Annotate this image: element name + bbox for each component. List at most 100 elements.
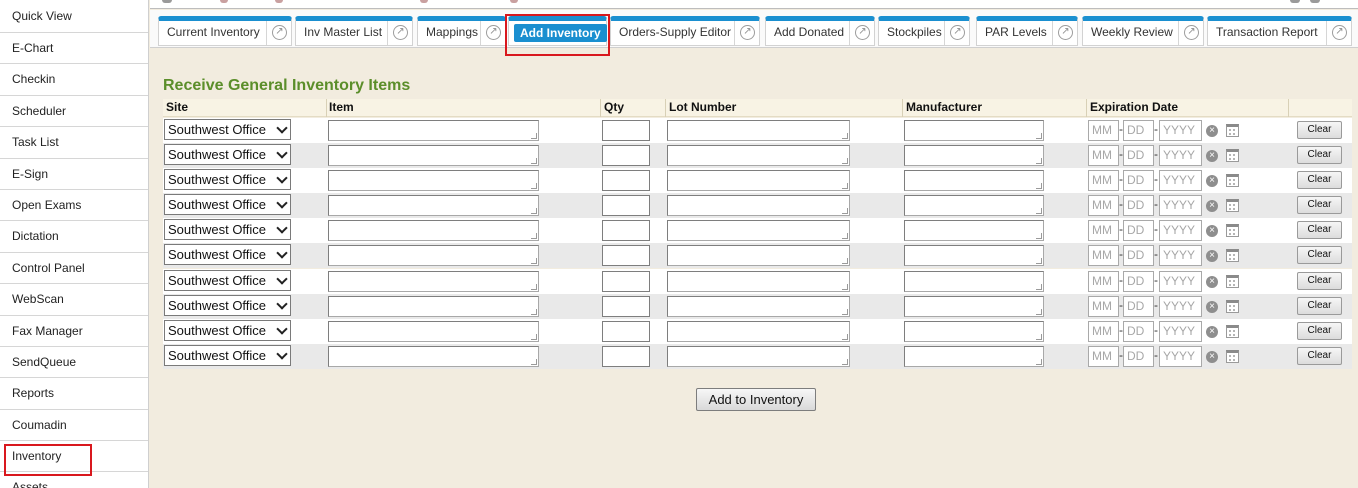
calendar-icon[interactable]	[1226, 300, 1239, 313]
manufacturer-textarea[interactable]	[904, 271, 1044, 292]
popout-icon[interactable]	[387, 21, 412, 45]
exp-day-input[interactable]: DD	[1123, 346, 1154, 367]
popout-icon[interactable]	[734, 21, 759, 45]
clear-date-icon[interactable]: ×	[1206, 326, 1218, 338]
clear-row-button[interactable]: Clear	[1297, 171, 1342, 189]
calendar-icon[interactable]	[1226, 275, 1239, 288]
qty-input[interactable]	[602, 296, 650, 317]
exp-day-input[interactable]: DD	[1123, 271, 1154, 292]
clear-date-icon[interactable]: ×	[1206, 276, 1218, 288]
site-select[interactable]: Southwest Office	[164, 144, 291, 165]
site-select[interactable]: Southwest Office	[164, 295, 291, 316]
tab-weekly-review[interactable]: Weekly Review	[1082, 16, 1204, 46]
exp-month-input[interactable]: MM	[1088, 271, 1119, 292]
popout-icon[interactable]	[480, 21, 505, 45]
sidebar-item-control-panel[interactable]: Control Panel	[0, 253, 148, 285]
item-textarea[interactable]	[328, 346, 539, 367]
sidebar-item-assets[interactable]: Assets	[0, 472, 148, 488]
manufacturer-textarea[interactable]	[904, 220, 1044, 241]
lot-number-textarea[interactable]	[667, 170, 850, 191]
exp-year-input[interactable]: YYYY	[1159, 346, 1202, 367]
manufacturer-textarea[interactable]	[904, 170, 1044, 191]
exp-month-input[interactable]: MM	[1088, 220, 1119, 241]
qty-input[interactable]	[602, 321, 650, 342]
clear-date-icon[interactable]: ×	[1206, 225, 1218, 237]
lot-number-textarea[interactable]	[667, 220, 850, 241]
item-textarea[interactable]	[328, 220, 539, 241]
item-textarea[interactable]	[328, 120, 539, 141]
exp-day-input[interactable]: DD	[1123, 296, 1154, 317]
site-select[interactable]: Southwest Office	[164, 270, 291, 291]
exp-year-input[interactable]: YYYY	[1159, 170, 1202, 191]
site-select[interactable]: Southwest Office	[164, 345, 291, 366]
manufacturer-textarea[interactable]	[904, 321, 1044, 342]
clear-row-button[interactable]: Clear	[1297, 221, 1342, 239]
sidebar-item-inventory[interactable]: Inventory	[0, 441, 148, 477]
exp-day-input[interactable]: DD	[1123, 145, 1154, 166]
exp-month-input[interactable]: MM	[1088, 170, 1119, 191]
tab-mappings[interactable]: Mappings	[417, 16, 506, 46]
calendar-icon[interactable]	[1226, 199, 1239, 212]
exp-month-input[interactable]: MM	[1088, 120, 1119, 141]
item-textarea[interactable]	[328, 170, 539, 191]
exp-month-input[interactable]: MM	[1088, 145, 1119, 166]
clear-row-button[interactable]: Clear	[1297, 146, 1342, 164]
qty-input[interactable]	[602, 346, 650, 367]
tab-orders-supply-editor[interactable]: Orders-Supply Editor	[610, 16, 760, 46]
clear-date-icon[interactable]: ×	[1206, 175, 1218, 187]
calendar-icon[interactable]	[1226, 149, 1239, 162]
item-textarea[interactable]	[328, 195, 539, 216]
calendar-icon[interactable]	[1226, 224, 1239, 237]
lot-number-textarea[interactable]	[667, 296, 850, 317]
site-select[interactable]: Southwest Office	[164, 194, 291, 215]
item-textarea[interactable]	[328, 296, 539, 317]
exp-day-input[interactable]: DD	[1123, 220, 1154, 241]
exp-day-input[interactable]: DD	[1123, 120, 1154, 141]
item-textarea[interactable]	[328, 145, 539, 166]
qty-input[interactable]	[602, 195, 650, 216]
item-textarea[interactable]	[328, 321, 539, 342]
exp-year-input[interactable]: YYYY	[1159, 296, 1202, 317]
exp-day-input[interactable]: DD	[1123, 170, 1154, 191]
tab-transaction-report[interactable]: Transaction Report	[1207, 16, 1352, 46]
sidebar-item-fax-manager[interactable]: Fax Manager	[0, 316, 148, 347]
manufacturer-textarea[interactable]	[904, 120, 1044, 141]
exp-day-input[interactable]: DD	[1123, 321, 1154, 342]
sidebar-item-quick-view[interactable]: Quick View	[0, 0, 148, 33]
clear-date-icon[interactable]: ×	[1206, 150, 1218, 162]
clear-row-button[interactable]: Clear	[1297, 347, 1342, 365]
clear-row-button[interactable]: Clear	[1297, 121, 1342, 139]
sidebar-item-sendqueue[interactable]: SendQueue	[0, 347, 148, 379]
exp-year-input[interactable]: YYYY	[1159, 195, 1202, 216]
exp-month-input[interactable]: MM	[1088, 245, 1119, 266]
popout-icon[interactable]	[266, 21, 291, 45]
site-select[interactable]: Southwest Office	[164, 219, 291, 240]
calendar-icon[interactable]	[1226, 174, 1239, 187]
lot-number-textarea[interactable]	[667, 346, 850, 367]
tab-add-donated[interactable]: Add Donated	[765, 16, 875, 46]
clear-date-icon[interactable]: ×	[1206, 351, 1218, 363]
clear-row-button[interactable]: Clear	[1297, 322, 1342, 340]
exp-month-input[interactable]: MM	[1088, 195, 1119, 216]
lot-number-textarea[interactable]	[667, 271, 850, 292]
sidebar-item-checkin[interactable]: Checkin	[0, 64, 148, 96]
popout-icon[interactable]	[944, 21, 969, 45]
tab-inv-master-list[interactable]: Inv Master List	[295, 16, 413, 46]
exp-year-input[interactable]: YYYY	[1159, 321, 1202, 342]
clear-date-icon[interactable]: ×	[1206, 250, 1218, 262]
qty-input[interactable]	[602, 120, 650, 141]
tab-par-levels[interactable]: PAR Levels	[976, 16, 1078, 46]
tab-current-inventory[interactable]: Current Inventory	[158, 16, 292, 46]
lot-number-textarea[interactable]	[667, 321, 850, 342]
exp-year-input[interactable]: YYYY	[1159, 245, 1202, 266]
sidebar-item-task-list[interactable]: Task List	[0, 127, 148, 159]
sidebar-item-webscan[interactable]: WebScan	[0, 284, 148, 316]
item-textarea[interactable]	[328, 245, 539, 266]
lot-number-textarea[interactable]	[667, 245, 850, 266]
clear-row-button[interactable]: Clear	[1297, 246, 1342, 264]
exp-day-input[interactable]: DD	[1123, 195, 1154, 216]
popout-icon[interactable]	[1326, 21, 1351, 45]
sidebar-item-open-exams[interactable]: Open Exams	[0, 190, 148, 222]
sidebar-item-scheduler[interactable]: Scheduler	[0, 96, 148, 128]
exp-month-input[interactable]: MM	[1088, 321, 1119, 342]
